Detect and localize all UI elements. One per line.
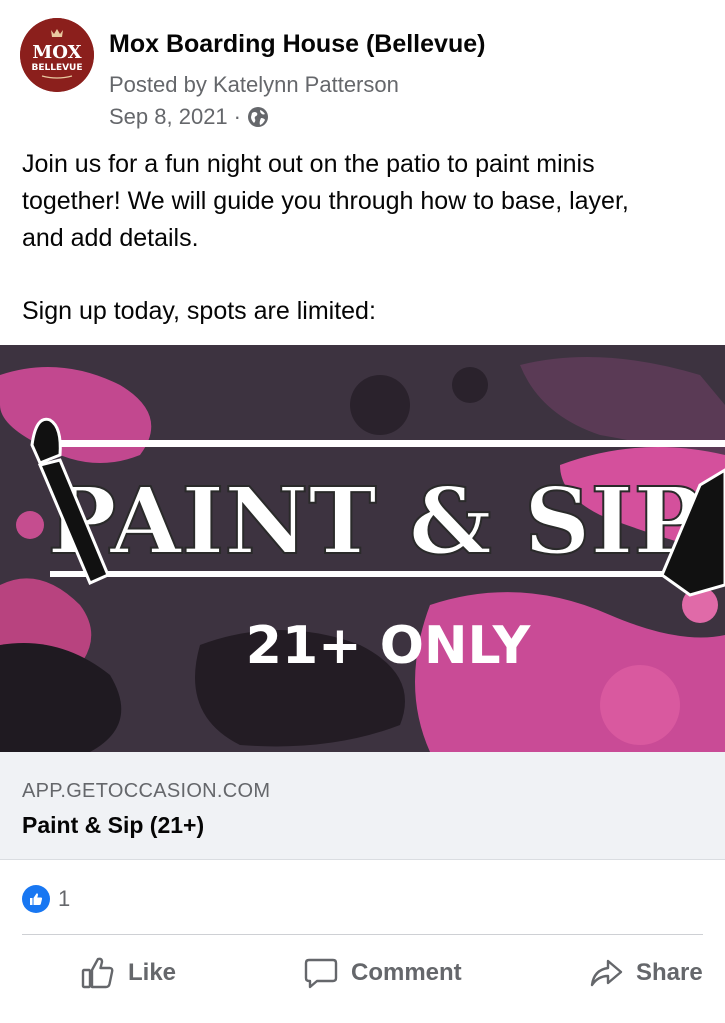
reaction-count: 1 xyxy=(58,886,71,911)
like-reaction-icon xyxy=(22,885,50,913)
posted-by[interactable]: Posted by Katelynn Patterson xyxy=(109,72,399,98)
share-label: Share xyxy=(636,958,703,986)
comment-label: Comment xyxy=(351,958,462,986)
post-meta: Sep 8, 2021 · xyxy=(109,104,269,130)
avatar-line1: MOX xyxy=(32,42,81,63)
link-title[interactable]: Paint & Sip (21+) xyxy=(22,812,204,839)
post-text-line: together! We will guide you through how … xyxy=(22,187,629,215)
image-subtitle: 21+ ONLY xyxy=(246,616,532,676)
mox-logo: MOX BELLEVUE xyxy=(20,18,94,92)
comment-button[interactable]: Comment xyxy=(303,945,462,1000)
link-domain: APP.GETOCCASION.COM xyxy=(22,780,271,802)
comment-icon xyxy=(303,955,339,991)
image-title: PAINT & SIP xyxy=(47,467,702,575)
post-text-line: Sign up today, spots are limited: xyxy=(22,297,376,325)
link-preview-image[interactable]: PAINT & SIP 21+ ONLY xyxy=(0,345,725,752)
like-label: Like xyxy=(128,958,177,986)
divider xyxy=(22,934,703,935)
page-avatar[interactable]: MOX BELLEVUE xyxy=(20,18,94,92)
post-text-line: Join us for a fun night out on the patio… xyxy=(22,150,595,178)
share-icon xyxy=(588,955,624,991)
reactions-summary[interactable]: 1 xyxy=(22,885,70,913)
thumbs-up-icon xyxy=(80,955,116,991)
post-header: MOX BELLEVUE Mox Boarding House (Bellevu… xyxy=(20,18,710,138)
avatar-line2: BELLEVUE xyxy=(31,63,82,73)
share-button[interactable]: Share xyxy=(588,945,703,1000)
page-name[interactable]: Mox Boarding House (Bellevue) xyxy=(109,30,485,59)
meta-separator: · xyxy=(233,104,241,129)
post-text-line: and add details. xyxy=(22,224,199,252)
post-text: Join us for a fun night out on the patio… xyxy=(22,146,712,330)
link-preview-meta[interactable]: APP.GETOCCASION.COM Paint & Sip (21+) xyxy=(0,752,725,860)
like-button[interactable]: Like xyxy=(80,945,176,1000)
post-actions: Like Comment Share xyxy=(0,945,725,1000)
post-date[interactable]: Sep 8, 2021 xyxy=(109,104,228,130)
globe-icon xyxy=(247,106,269,128)
